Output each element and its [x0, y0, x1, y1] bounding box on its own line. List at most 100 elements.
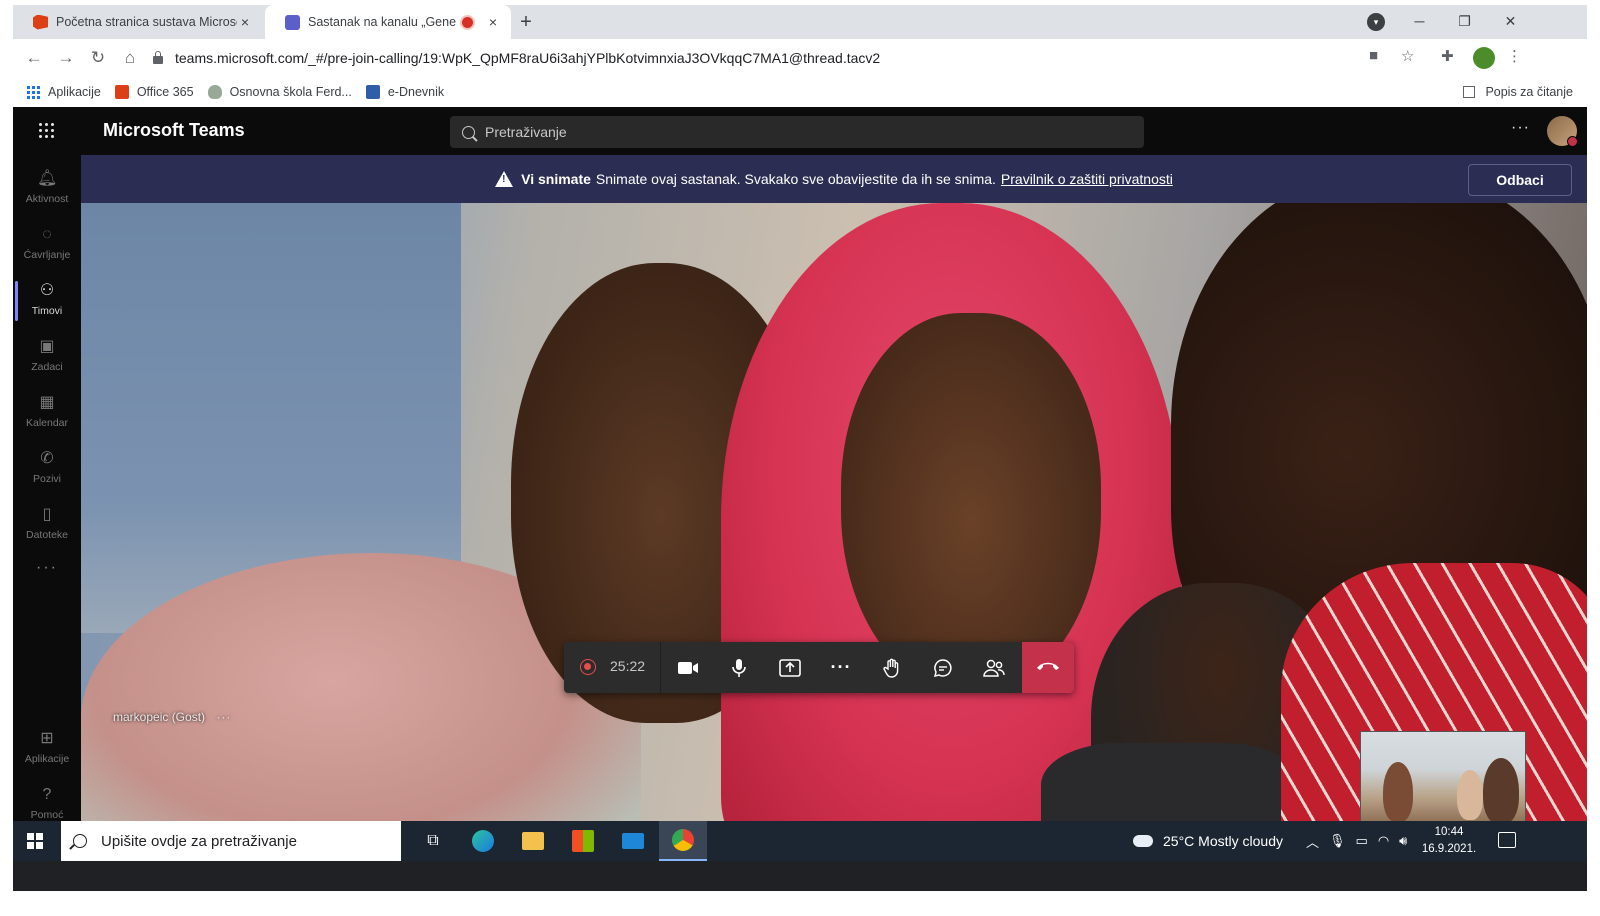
more-apps-button[interactable]: ···	[13, 559, 81, 577]
office-icon	[114, 85, 129, 99]
recording-dot-icon	[462, 16, 473, 28]
tab-title: Sastanak na kanalu „General	[308, 15, 456, 29]
reload-icon[interactable]: ↻	[85, 45, 111, 71]
browser-tab-strip: Početna stranica sustava Microso × Sasta…	[13, 5, 1587, 39]
rail-label: Kalendar	[25, 417, 69, 429]
reading-list-icon	[1463, 86, 1476, 98]
microphone-icon[interactable]: 🎙︎	[1329, 833, 1346, 849]
teams-icon	[285, 14, 300, 30]
user-avatar[interactable]	[1547, 116, 1578, 147]
menu-icon[interactable]: ⋮	[1507, 47, 1522, 65]
rail-item-files[interactable]: ▯ Datoteke	[13, 497, 81, 553]
apps-grid-icon	[27, 85, 40, 99]
rail-label: Pomoć	[30, 809, 64, 821]
weather-widget[interactable]: 25°C Mostly cloudy	[1133, 821, 1283, 861]
chrome-icon[interactable]	[659, 821, 707, 861]
taskbar-search-input[interactable]: Upišite ovdje za pretraživanje	[61, 821, 401, 861]
mail-icon[interactable]	[609, 821, 657, 861]
rail-item-calls[interactable]: ✆ Pozivi	[13, 441, 81, 497]
calendar-icon: ▦	[39, 394, 55, 411]
close-window-button[interactable]: ✕	[1488, 5, 1533, 37]
share-screen-button[interactable]	[765, 642, 815, 693]
windows-taskbar: Upišite ovdje za pretraživanje ⧉ 25°C Mo…	[13, 821, 1587, 861]
reading-list-label: Popis za čitanje	[1485, 85, 1573, 99]
home-icon[interactable]: ⌂	[117, 45, 143, 71]
close-icon[interactable]: ×	[237, 14, 253, 30]
bookmark-label: Office 365	[136, 85, 194, 99]
video-person	[1483, 758, 1519, 824]
reading-list-button[interactable]: Popis za čitanje	[1463, 85, 1573, 99]
bookmark-e-dnevnik[interactable]: e-Dnevnik	[365, 85, 444, 99]
privacy-policy-link[interactable]: Pravilnik o zaštiti privatnosti	[1001, 171, 1173, 187]
warning-icon	[495, 171, 514, 187]
new-tab-button[interactable]: +	[515, 11, 537, 33]
hand-icon	[883, 658, 899, 678]
address-bar[interactable]: teams.microsoft.com/_#/pre-join-calling/…	[153, 44, 1453, 72]
self-view-video[interactable]	[1360, 731, 1526, 826]
rail-label: Zadaci	[31, 361, 63, 373]
chevron-up-icon[interactable]: ︿	[1306, 832, 1319, 851]
bookmark-apps[interactable]: Aplikacije	[27, 85, 101, 99]
rail-label: Aktivnost	[25, 193, 69, 205]
battery-icon[interactable]: ▭	[1356, 833, 1368, 849]
clock[interactable]: 10:44 16.9.2021.	[1419, 824, 1479, 858]
microphone-icon	[732, 659, 746, 678]
edge-icon[interactable]	[459, 821, 507, 861]
more-actions-button[interactable]: ···	[816, 642, 866, 693]
chat-button[interactable]	[918, 642, 968, 693]
restore-button[interactable]: ❐	[1442, 5, 1487, 37]
microphone-toggle-button[interactable]	[714, 642, 764, 693]
tab-office-home[interactable]: Početna stranica sustava Microso ×	[13, 5, 263, 39]
bookmark-office-365[interactable]: Office 365	[114, 85, 194, 99]
rail-label: Pozivi	[32, 473, 61, 485]
app-launcher-icon[interactable]	[39, 123, 54, 138]
back-icon[interactable]: ←	[21, 45, 47, 71]
close-icon[interactable]: ×	[485, 14, 501, 30]
notifications-icon[interactable]	[1498, 832, 1516, 848]
search-icon	[462, 125, 475, 139]
rail-item-assignments[interactable]: ▣ Zadaci	[13, 329, 81, 385]
wifi-icon[interactable]: ◠	[1378, 833, 1389, 849]
star-icon[interactable]: ☆	[1401, 47, 1414, 65]
office-icon	[33, 14, 48, 30]
dismiss-button[interactable]: Odbaci	[1468, 164, 1572, 196]
camera-toggle-button[interactable]	[663, 642, 713, 693]
forward-icon[interactable]: →	[53, 45, 79, 71]
share-screen-icon	[779, 659, 801, 678]
bookmark-school[interactable]: Osnovna škola Ferd...	[207, 85, 352, 99]
leave-call-button[interactable]	[1022, 642, 1074, 693]
banner-text: Snimate ovaj sastanak. Svakako sve obavi…	[595, 171, 996, 187]
taskbar-search-placeholder: Upišite ovdje za pretraživanje	[101, 832, 297, 850]
rail-item-activity[interactable]: 🔔︎ Aktivnost	[13, 161, 81, 217]
participant-more-icon[interactable]: ···	[216, 710, 231, 724]
hang-up-icon	[1037, 662, 1059, 670]
recording-icon	[580, 659, 596, 675]
banner-title: Vi snimate	[521, 171, 591, 187]
windows-start-icon[interactable]	[27, 833, 43, 849]
video-person	[1457, 770, 1483, 820]
store-icon[interactable]	[559, 821, 607, 861]
task-view-icon[interactable]: ⧉	[409, 821, 457, 861]
extensions-icon[interactable]: ✚	[1441, 47, 1454, 65]
file-explorer-icon[interactable]	[509, 821, 557, 861]
rail-label: Timovi	[31, 305, 63, 317]
camera-icon[interactable]: ■	[1369, 47, 1378, 64]
bookmarks-bar: Aplikacije Office 365 Osnovna škola Ferd…	[13, 77, 1587, 107]
minimize-button[interactable]: ─	[1397, 5, 1442, 37]
volume-icon[interactable]: 🔊︎	[1399, 833, 1407, 849]
search-input[interactable]: Pretraživanje	[450, 116, 1144, 148]
tab-title: Početna stranica sustava Microso	[56, 15, 237, 29]
tab-teams-meeting[interactable]: Sastanak na kanalu „General ×	[265, 5, 511, 39]
clock-time: 10:44	[1434, 826, 1464, 838]
profile-avatar[interactable]	[1473, 47, 1495, 69]
tab-search-icon[interactable]: ▾	[1367, 13, 1385, 31]
participants-button[interactable]	[969, 642, 1019, 693]
rail-item-calendar[interactable]: ▦ Kalendar	[13, 385, 81, 441]
raise-hand-button[interactable]	[867, 642, 917, 693]
rail-item-apps[interactable]: ⊞ Aplikacije	[13, 721, 81, 777]
more-options-button[interactable]: ···	[1511, 119, 1530, 137]
video-person	[1383, 762, 1413, 822]
rail-item-teams[interactable]: ⚇ Timovi	[13, 273, 81, 329]
browser-toolbar: ← → ↻ ⌂ teams.microsoft.com/_#/pre-join-…	[13, 39, 1587, 77]
rail-item-chat[interactable]: ◌ Ćavrljanje	[13, 217, 81, 273]
